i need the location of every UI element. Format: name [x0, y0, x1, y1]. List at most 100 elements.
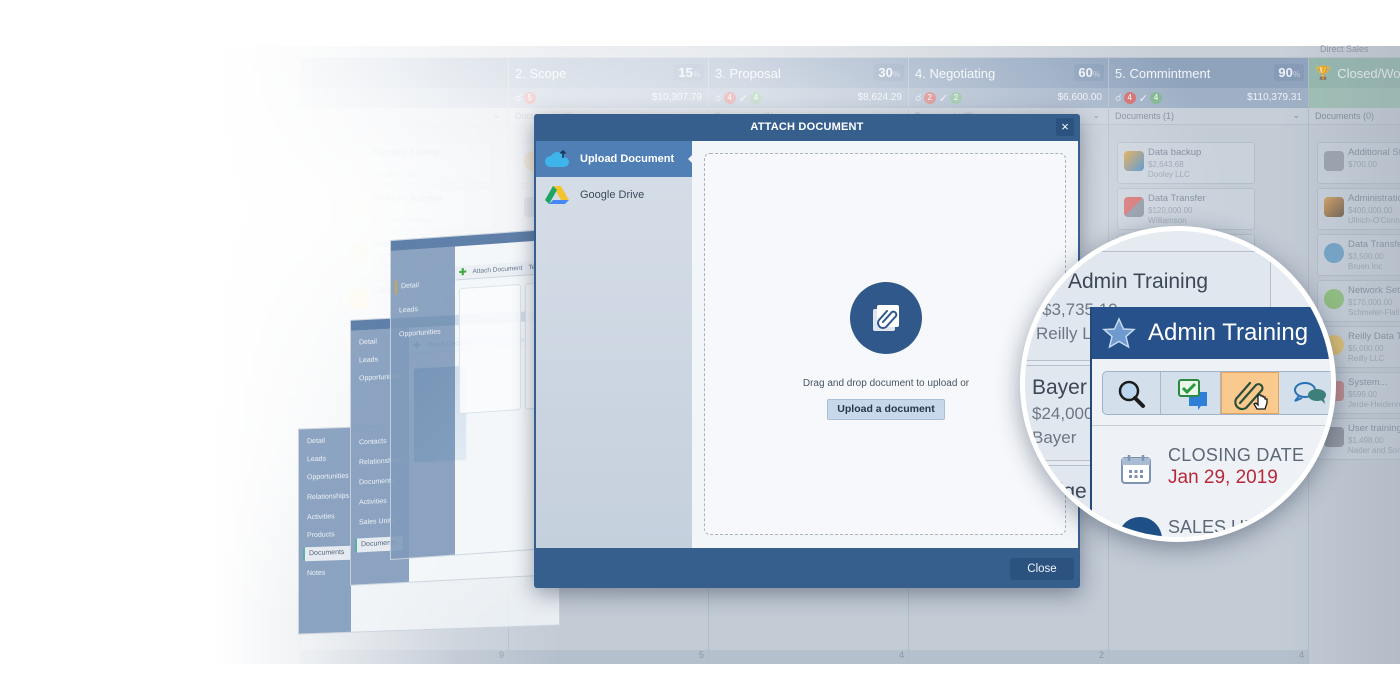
deal-value: $599.00	[1348, 390, 1377, 399]
deal-value: $3,500.00	[1348, 252, 1384, 261]
board-top-strip: Direct Sales	[0, 44, 1400, 58]
done-count-badge: 4	[749, 92, 762, 104]
deal-card[interactable]: Ramirez Fidelity Ramirez Corp	[341, 142, 493, 184]
source-google-drive[interactable]: Google Drive	[536, 177, 692, 213]
deal-card[interactable]: Administration $400,000.00 Ullrich-O'Con…	[1317, 188, 1400, 230]
company-logo-icon	[348, 243, 368, 263]
calendar-icon	[1121, 455, 1151, 484]
deal-value: $5,000.00	[1348, 344, 1384, 353]
column-header: 3. Proposal 30%	[709, 58, 908, 88]
sidebar-item: Documents	[359, 477, 395, 487]
sidebar-item: Leads	[399, 306, 419, 315]
pending-icon: ☌	[715, 92, 722, 104]
sidebar-item: Leads	[307, 455, 327, 464]
check-icon: ✓	[1138, 92, 1148, 105]
tasks-tool-button[interactable]	[1163, 372, 1221, 414]
sidebar-item: Documents	[303, 545, 351, 562]
panel-header: Admin Training	[1092, 307, 1331, 359]
deal-value: $700.00	[1348, 160, 1377, 169]
column-amount: $10,307.79	[651, 92, 702, 103]
screenshot-stage: Direct Sales ⌄ Ramirez Fidelity Ramirez …	[0, 0, 1400, 700]
column-probability: 60%	[1074, 64, 1104, 81]
column-count: 4	[1109, 650, 1308, 664]
pending-count-badge: 2	[923, 92, 936, 104]
sidebar-item: Activities	[359, 497, 387, 507]
column-title: 4. Negotiating	[915, 65, 996, 81]
deal-company: Ullrich-O'Conner	[1348, 216, 1400, 225]
deal-title: Data Transfer	[1348, 239, 1400, 250]
deal-company: Jerde-Heidenreich	[1348, 400, 1400, 409]
closing-date-label: CLOSING DATE	[1168, 445, 1305, 465]
deal-title: Additional St...	[1348, 147, 1400, 158]
column-amount: $110,379.31	[1247, 92, 1302, 103]
deal-title: Brekke-Okuneva	[372, 193, 443, 204]
source-label: Google Drive	[580, 189, 645, 201]
search-tool-button[interactable]	[1103, 372, 1161, 414]
attachment-icon	[850, 282, 922, 354]
search-icon	[1118, 380, 1145, 408]
sidebar-item: Detail	[359, 338, 377, 347]
column-summary: ☌ 4 ✓ 4 $110,379.31	[1109, 88, 1308, 108]
deal-card[interactable]: Data Transfer $120,000.00 Williamson	[1117, 188, 1255, 230]
deal-card[interactable]: Brekke-Okuneva Brekke-Okuneva	[341, 188, 493, 230]
panel-toolbar	[1102, 371, 1331, 415]
deal-company: Ramirez Corp	[372, 170, 422, 179]
pending-count-badge: 4	[723, 92, 736, 104]
deal-company: Reilly LLC	[1348, 354, 1385, 363]
close-button[interactable]: Close	[1010, 558, 1074, 580]
column-count: 4	[709, 650, 908, 664]
deal-title: Data Transfer	[1148, 193, 1206, 204]
pending-icon: ☌	[915, 92, 922, 104]
deal-company: Schmeler-Flatley	[1348, 308, 1400, 317]
column-probability: 90%	[1274, 64, 1304, 81]
deal-card[interactable]: Additional St... $700.00	[1317, 142, 1400, 184]
deal-value: $2,643.68	[1148, 160, 1184, 169]
company-logo-icon	[1324, 151, 1344, 171]
sidebar-item: Activities	[307, 513, 335, 522]
column-summary	[301, 88, 508, 108]
attach-tool-button[interactable]	[1221, 372, 1279, 414]
company-logo-icon	[1124, 151, 1144, 171]
chevron-down-icon: ⌄	[1292, 110, 1300, 120]
deal-card[interactable]: Data backup $2,643.68 Dooley LLC	[1117, 142, 1255, 184]
deal-value: $1,498.00	[1348, 436, 1384, 445]
upload-document-button[interactable]: Upload a document	[827, 399, 945, 420]
company-logo-icon	[1324, 197, 1344, 217]
chevron-down-icon: ⌄	[492, 110, 500, 120]
sidebar-item: Sales Units	[359, 517, 395, 527]
source-upload-document[interactable]: Upload Document	[536, 141, 693, 177]
sidebar-item: Opportunities	[307, 472, 349, 482]
comments-tool-button[interactable]	[1281, 372, 1331, 414]
source-label: Upload Document	[580, 153, 675, 165]
sidebar-item: Relationships	[307, 492, 350, 502]
view-selector[interactable]: Direct Sales	[1320, 44, 1369, 54]
upload-panel: Drag and drop document to upload or Uplo…	[692, 141, 1078, 548]
deal-value: $120,000.00	[1148, 206, 1193, 215]
sidebar-item: Leads	[359, 356, 379, 365]
done-count-badge: 2	[949, 92, 962, 104]
deal-title: User training	[1348, 423, 1400, 434]
close-icon[interactable]: ×	[1056, 118, 1074, 136]
column-documents[interactable]: Documents (0)	[1309, 108, 1400, 125]
check-icon: ✓	[938, 92, 948, 105]
column-amount: $6,600.00	[1057, 92, 1103, 103]
deal-value: $170,000.00	[1348, 298, 1393, 307]
column-title: 5. Commintment	[1115, 65, 1211, 81]
done-count-badge: 4	[1149, 92, 1162, 104]
magnifier-callout: Admin Training $3,735.10 Reilly LLC Baye…	[1020, 226, 1336, 542]
deal-title: Ramirez Fidelity	[372, 147, 441, 158]
plus-icon: ✚	[459, 266, 467, 278]
dialog-title: ATTACH DOCUMENT	[750, 121, 864, 133]
deal-company: Brekke-Okuneva	[372, 216, 432, 225]
panel-title: Admin Training	[1148, 319, 1309, 346]
column-header: 4. Negotiating 60%	[909, 58, 1108, 88]
deal-title: Reilly Data Tr...	[1348, 331, 1400, 342]
star-icon[interactable]	[1102, 317, 1136, 349]
pending-count-badge: 5	[523, 92, 536, 104]
drop-zone[interactable]: Drag and drop document to upload or Uplo…	[704, 153, 1066, 535]
check-icon: ✓	[738, 92, 748, 105]
column-documents[interactable]: Documents (1)⌄	[1109, 108, 1308, 125]
column-amount: $8,624.29	[857, 92, 903, 103]
column-documents[interactable]: ⌄	[301, 108, 508, 125]
cloud-upload-icon	[544, 149, 570, 169]
